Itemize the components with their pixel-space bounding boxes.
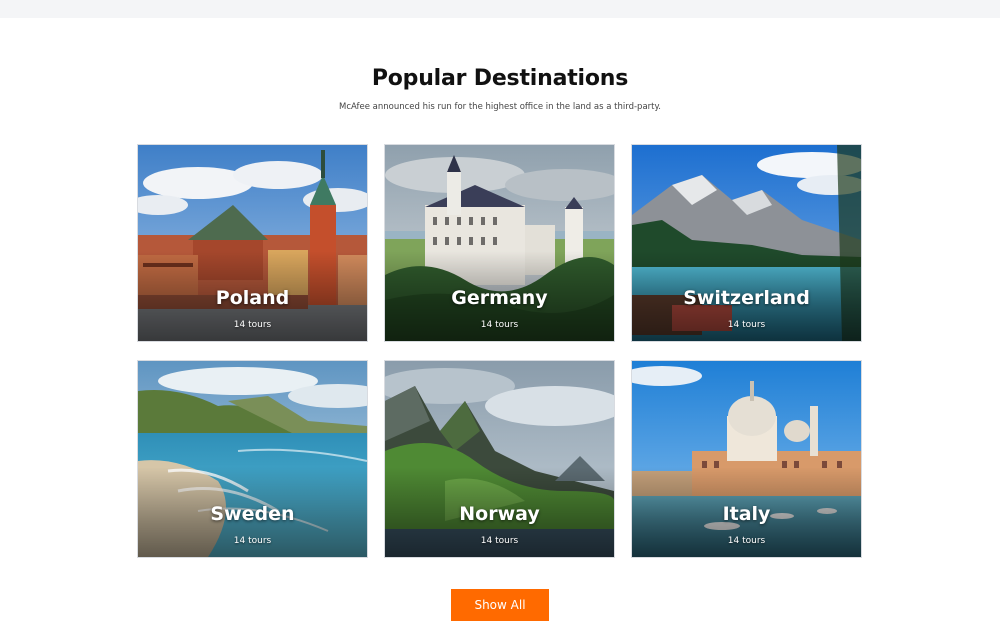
destination-name: Sweden — [210, 503, 295, 525]
section-title: Popular Destinations — [371, 66, 629, 91]
destination-tour-count: 14 tours — [480, 320, 519, 330]
destination-card-switzerland[interactable]: Switzerland 14 tours — [631, 144, 862, 342]
destination-card-sweden[interactable]: Sweden 14 tours — [137, 360, 368, 558]
destination-name: Poland — [215, 287, 290, 309]
destination-name: Italy — [722, 503, 771, 525]
destination-name: Switzerland — [683, 287, 810, 309]
destination-card-germany[interactable]: Germany 14 tours — [384, 144, 615, 342]
top-header-bar — [0, 0, 1000, 18]
destination-card-italy[interactable]: Italy 14 tours — [631, 360, 862, 558]
section-subtitle: McAfee announced his run for the highest… — [338, 102, 662, 112]
destination-card-norway[interactable]: Norway 14 tours — [384, 360, 615, 558]
destination-tour-count: 14 tours — [727, 536, 766, 546]
show-all-button[interactable]: Show All — [451, 589, 549, 621]
destination-name: Germany — [451, 287, 548, 309]
destination-name: Norway — [459, 503, 540, 525]
destination-tour-count: 14 tours — [727, 320, 766, 330]
destinations-grid: Poland 14 tours Germany 14 tours Switzer… — [137, 144, 862, 558]
destination-tour-count: 14 tours — [233, 536, 272, 546]
destination-tour-count: 14 tours — [480, 536, 519, 546]
destination-card-poland[interactable]: Poland 14 tours — [137, 144, 368, 342]
destination-tour-count: 14 tours — [233, 320, 272, 330]
